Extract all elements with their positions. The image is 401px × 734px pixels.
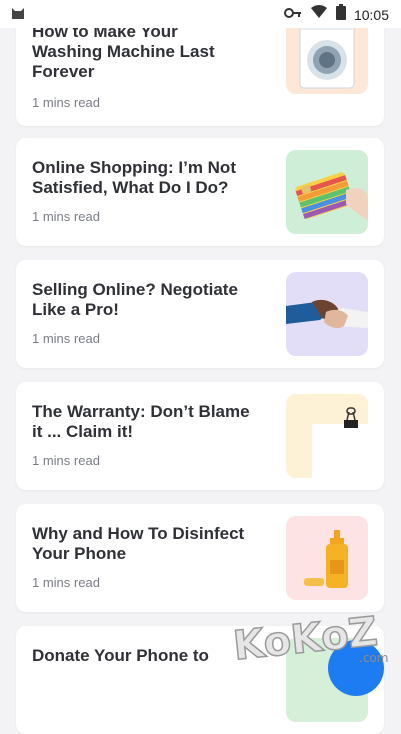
key-icon <box>283 6 302 24</box>
article-read-time: 1 mins read <box>32 209 100 224</box>
handshake-image <box>286 272 368 356</box>
article-card[interactable]: Why and How To Disinfect Your Phone 1 mi… <box>16 504 384 612</box>
article-title: Donate Your Phone to <box>32 646 209 665</box>
article-title: Online Shopping: I’m Not Satisfied, What… <box>32 158 236 197</box>
article-title: How to Make Your Washing Machine Last Fo… <box>32 22 215 81</box>
article-feed: How to Make Your Washing Machine Last Fo… <box>0 0 401 734</box>
article-read-time: 1 mins read <box>32 95 100 110</box>
svg-text:.com: .com <box>359 651 388 664</box>
credit-card-image <box>286 150 368 234</box>
article-read-time: 1 mins read <box>32 331 100 346</box>
article-title: Why and How To Disinfect Your Phone <box>32 524 245 563</box>
article-title: The Warranty: Don’t Blame it ... Claim i… <box>32 402 250 441</box>
battery-icon <box>335 4 346 25</box>
wifi-icon <box>310 5 328 24</box>
article-card[interactable]: Selling Online? Negotiate Like a Pro! 1 … <box>16 260 384 368</box>
article-card[interactable]: The Warranty: Don’t Blame it ... Claim i… <box>16 382 384 490</box>
svg-text:KoKoZ: KoKoZ <box>231 609 380 664</box>
disinfectant-bottle-image <box>286 516 368 600</box>
status-bar: 10:05 <box>0 0 401 28</box>
status-time: 10:05 <box>353 6 389 23</box>
article-read-time: 1 mins read <box>32 575 100 590</box>
article-read-time: 1 mins read <box>32 453 100 468</box>
cat-app-icon <box>10 5 26 21</box>
binder-clip-image <box>286 394 368 478</box>
watermark-logo: KoKoZ .com <box>227 608 397 670</box>
article-title: Selling Online? Negotiate Like a Pro! <box>32 280 238 319</box>
article-card[interactable]: Online Shopping: I’m Not Satisfied, What… <box>16 138 384 246</box>
